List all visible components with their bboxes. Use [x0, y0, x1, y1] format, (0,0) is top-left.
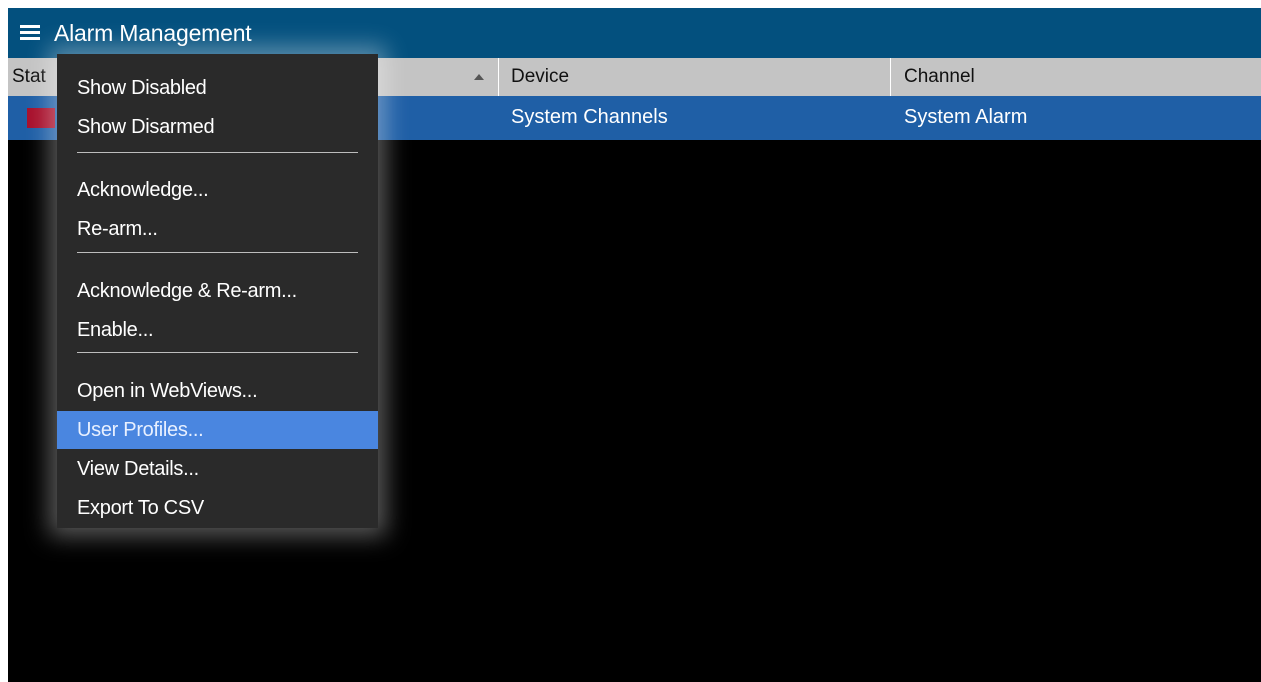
title-bar: Alarm Management — [8, 8, 1261, 58]
column-header-device[interactable]: Device — [511, 66, 569, 88]
context-menu: Show Disabled Show Disarmed Acknowledge.… — [57, 54, 378, 528]
menu-item-enable[interactable]: Enable... — [57, 311, 378, 349]
menu-item-acknowledge-rearm[interactable]: Acknowledge & Re-arm... — [57, 272, 378, 310]
menu-item-show-disabled[interactable]: Show Disabled — [57, 69, 378, 107]
menu-item-user-profiles[interactable]: User Profiles... — [57, 411, 378, 449]
menu-separator — [77, 152, 358, 153]
menu-separator — [77, 252, 358, 253]
menu-item-acknowledge[interactable]: Acknowledge... — [57, 171, 378, 209]
row-device: System Channels — [511, 106, 668, 128]
page-title: Alarm Management — [54, 20, 252, 46]
menu-item-view-details[interactable]: View Details... — [57, 450, 378, 488]
menu-item-open-in-webviews[interactable]: Open in WebViews... — [57, 372, 378, 410]
column-header-status[interactable]: Stat — [12, 66, 46, 88]
alarm-management-window: Alarm Management Stat Device Channel Sys… — [8, 8, 1261, 682]
hamburger-icon[interactable] — [20, 25, 40, 41]
menu-item-rearm[interactable]: Re-arm... — [57, 210, 378, 248]
menu-item-export-csv[interactable]: Export To CSV — [57, 489, 378, 527]
column-divider[interactable] — [498, 58, 499, 96]
column-divider[interactable] — [890, 58, 891, 96]
menu-separator — [77, 352, 358, 353]
sort-ascending-icon — [474, 74, 484, 80]
menu-item-show-disarmed[interactable]: Show Disarmed — [57, 108, 378, 146]
row-channel: System Alarm — [904, 106, 1028, 128]
column-header-channel[interactable]: Channel — [904, 66, 975, 88]
status-indicator — [27, 108, 55, 128]
